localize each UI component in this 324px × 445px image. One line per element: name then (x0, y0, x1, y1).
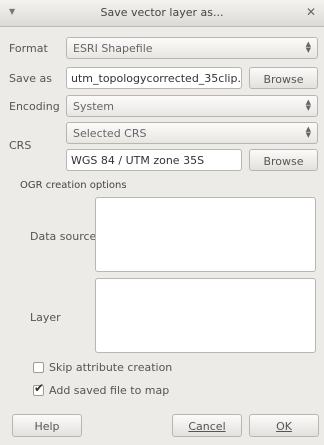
close-icon[interactable]: ✕ (306, 5, 316, 19)
format-select[interactable]: ESRI Shapefile ▲ ▼ (66, 37, 318, 59)
window-title: Save vector layer as... (100, 6, 224, 19)
layer-textarea[interactable] (95, 278, 316, 353)
encoding-select-value: System (73, 100, 115, 113)
updown-arrow-icon: ▲ ▼ (305, 98, 311, 112)
crs-mode-select[interactable]: Selected CRS ▲ ▼ (66, 122, 318, 144)
encoding-select[interactable]: System ▲ ▼ (66, 95, 318, 117)
help-button[interactable]: Help (12, 414, 82, 437)
crs-label: CRS (9, 139, 32, 152)
save-as-field[interactable]: utm_topologycorrected_35clip.shp (66, 67, 242, 89)
title-bar: ▼ Save vector layer as... ✕ (0, 0, 324, 27)
format-label: Format (9, 42, 48, 55)
cancel-button-label: Cancel (188, 420, 226, 433)
add-to-map-checkbox[interactable]: ✔ (33, 381, 44, 396)
data-source-label: Data source (30, 230, 97, 243)
ok-button[interactable]: OK (249, 414, 319, 437)
data-source-textarea[interactable] (95, 197, 316, 272)
encoding-label: Encoding (9, 100, 60, 113)
layer-label: Layer (30, 311, 61, 324)
save-as-label: Save as (9, 72, 52, 85)
crs-field-value: WGS 84 / UTM zone 35S (71, 154, 205, 167)
cancel-button[interactable]: Cancel (172, 414, 242, 437)
updown-arrow-icon: ▲ ▼ (305, 125, 311, 139)
crs-mode-select-value: Selected CRS (73, 127, 147, 140)
format-select-value: ESRI Shapefile (73, 42, 153, 55)
crs-browse-button[interactable]: Browse (249, 149, 318, 171)
checkmark-icon: ✔ (34, 381, 45, 395)
ogr-group-title: OGR creation options (20, 180, 127, 191)
skip-attribute-label: Skip attribute creation (49, 361, 173, 374)
add-to-map-label: Add saved file to map (49, 384, 170, 397)
save-as-field-value: utm_topologycorrected_35clip.shp (71, 72, 242, 85)
help-button-label: Help (34, 420, 60, 433)
crs-field[interactable]: WGS 84 / UTM zone 35S (66, 149, 242, 171)
updown-arrow-icon: ▲ ▼ (305, 40, 311, 54)
ok-button-label: OK (276, 420, 292, 433)
skip-attribute-checkbox[interactable] (33, 362, 44, 373)
browse-button[interactable]: Browse (249, 67, 318, 89)
